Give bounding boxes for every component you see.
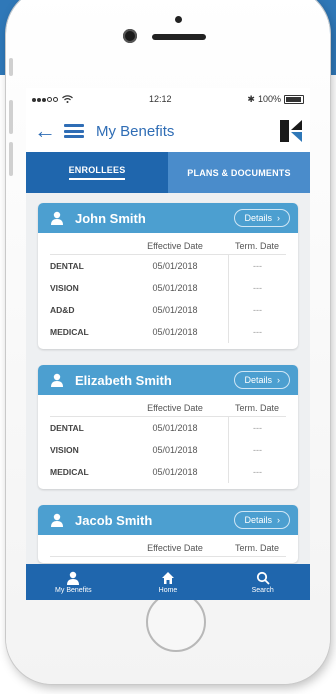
battery-icon <box>283 94 304 104</box>
enrollee-header: Elizabeth Smith Details › <box>38 365 298 395</box>
person-icon <box>51 211 63 225</box>
enrollee-card: Elizabeth Smith Details › Effective Date Ter… <box>38 365 298 489</box>
effective-date: 05/01/2018 <box>122 277 229 299</box>
plan-name: MEDICAL <box>50 467 89 477</box>
tab-enrollees[interactable]: ENROLLEES <box>26 152 168 193</box>
enrollee-header: Jacob Smith Details › <box>38 505 298 535</box>
coverage-table: Effective Date Term. Date <box>38 535 298 563</box>
tab-plans-documents[interactable]: PLANS & DOCUMENTS <box>168 152 310 193</box>
person-icon <box>67 571 80 585</box>
plan-name: AD&D <box>50 305 75 315</box>
effective-date: 05/01/2018 <box>122 439 229 461</box>
plan-name: VISION <box>50 445 79 455</box>
plan-name: DENTAL <box>50 261 84 271</box>
term-date: --- <box>253 283 262 293</box>
effective-date: 05/01/2018 <box>122 299 229 321</box>
term-date-header: Term. Date <box>234 240 279 251</box>
term-date: --- <box>253 467 262 477</box>
chevron-right-icon: › <box>277 515 280 525</box>
details-button[interactable]: Details › <box>234 511 290 529</box>
plan-name: VISION <box>50 283 79 293</box>
chevron-right-icon: › <box>277 213 280 223</box>
details-button[interactable]: Details › <box>234 209 290 227</box>
term-date: --- <box>253 423 262 433</box>
earpiece-speaker <box>152 34 206 40</box>
nav-bar: ← My Benefits <box>26 110 310 152</box>
coverage-table: Effective Date Term. Date DENTAL 05/01/2018… <box>38 395 298 489</box>
effective-date: 05/01/2018 <box>122 255 229 277</box>
term-date: --- <box>253 445 262 455</box>
back-arrow-icon[interactable]: ← <box>34 120 56 142</box>
person-icon <box>51 373 63 387</box>
term-date: --- <box>253 305 262 315</box>
app-screen: 12:12 ✱ 100% ← My Benefits ENROLLEES PLA… <box>26 88 310 600</box>
front-camera <box>123 29 137 43</box>
plan-name: MEDICAL <box>50 327 89 337</box>
segment-tabs: ENROLLEES PLANS & DOCUMENTS <box>26 152 310 193</box>
table-row: MEDICAL 05/01/2018 --- <box>50 321 286 343</box>
effective-date: 05/01/2018 <box>122 321 229 343</box>
table-header: Effective Date Term. Date <box>50 539 286 557</box>
search-icon <box>256 571 270 585</box>
wifi-icon <box>62 95 73 103</box>
effective-date: 05/01/2018 <box>122 417 229 439</box>
coverage-table: Effective Date Term. Date DENTAL 05/01/2018… <box>38 233 298 349</box>
proximity-sensor <box>175 16 182 23</box>
table-row: DENTAL 05/01/2018 --- <box>50 417 286 439</box>
volume-down-button <box>9 142 13 176</box>
term-date-header: Term. Date <box>234 542 279 553</box>
home-icon <box>162 571 174 584</box>
effective-date-header: Effective Date <box>147 542 203 553</box>
person-icon <box>51 513 63 527</box>
table-row: VISION 05/01/2018 --- <box>50 277 286 299</box>
enrollee-card: Jacob Smith Details › Effective Date Term. D… <box>38 505 298 563</box>
enrollee-name: John Smith <box>75 210 146 226</box>
battery-percent: 100% <box>257 94 281 104</box>
table-header: Effective Date Term. Date <box>50 399 286 417</box>
effective-date: 05/01/2018 <box>122 461 229 483</box>
enrollee-name: Jacob Smith <box>75 512 153 528</box>
table-header: Effective Date Term. Date <box>50 237 286 255</box>
term-date: --- <box>253 261 262 271</box>
home-hardware-button[interactable] <box>146 592 206 652</box>
table-row: MEDICAL 05/01/2018 --- <box>50 461 286 483</box>
page-title: My Benefits <box>96 122 175 140</box>
table-row: DENTAL 05/01/2018 --- <box>50 255 286 277</box>
tabbar-search[interactable]: Search <box>215 564 310 600</box>
status-bar: 12:12 ✱ 100% <box>26 88 310 110</box>
details-button[interactable]: Details › <box>234 371 290 389</box>
tabbar-home[interactable]: Home <box>121 564 216 600</box>
term-date: --- <box>253 327 262 337</box>
company-logo <box>280 120 302 142</box>
term-date-header: Term. Date <box>234 402 279 413</box>
table-row: AD&D 05/01/2018 --- <box>50 299 286 321</box>
enrollee-list: John Smith Details › Effective Date Term. Da… <box>26 193 310 563</box>
mute-switch <box>9 58 13 76</box>
plan-name: DENTAL <box>50 423 84 433</box>
enrollee-header: John Smith Details › <box>38 203 298 233</box>
tabbar-my-benefits[interactable]: My Benefits <box>26 564 121 600</box>
effective-date-header: Effective Date <box>147 402 203 413</box>
signal-icon <box>32 94 59 104</box>
table-row: VISION 05/01/2018 --- <box>50 439 286 461</box>
enrollee-card: John Smith Details › Effective Date Term. Da… <box>38 203 298 349</box>
bottom-tab-bar: My Benefits Home Search <box>26 564 310 600</box>
clock: 12:12 <box>148 94 172 104</box>
effective-date-header: Effective Date <box>147 240 203 251</box>
volume-up-button <box>9 100 13 134</box>
bluetooth-icon: ✱ <box>247 93 255 104</box>
hamburger-menu-icon[interactable] <box>64 124 84 138</box>
chevron-right-icon: › <box>277 375 280 385</box>
enrollee-name: Elizabeth Smith <box>75 372 172 388</box>
